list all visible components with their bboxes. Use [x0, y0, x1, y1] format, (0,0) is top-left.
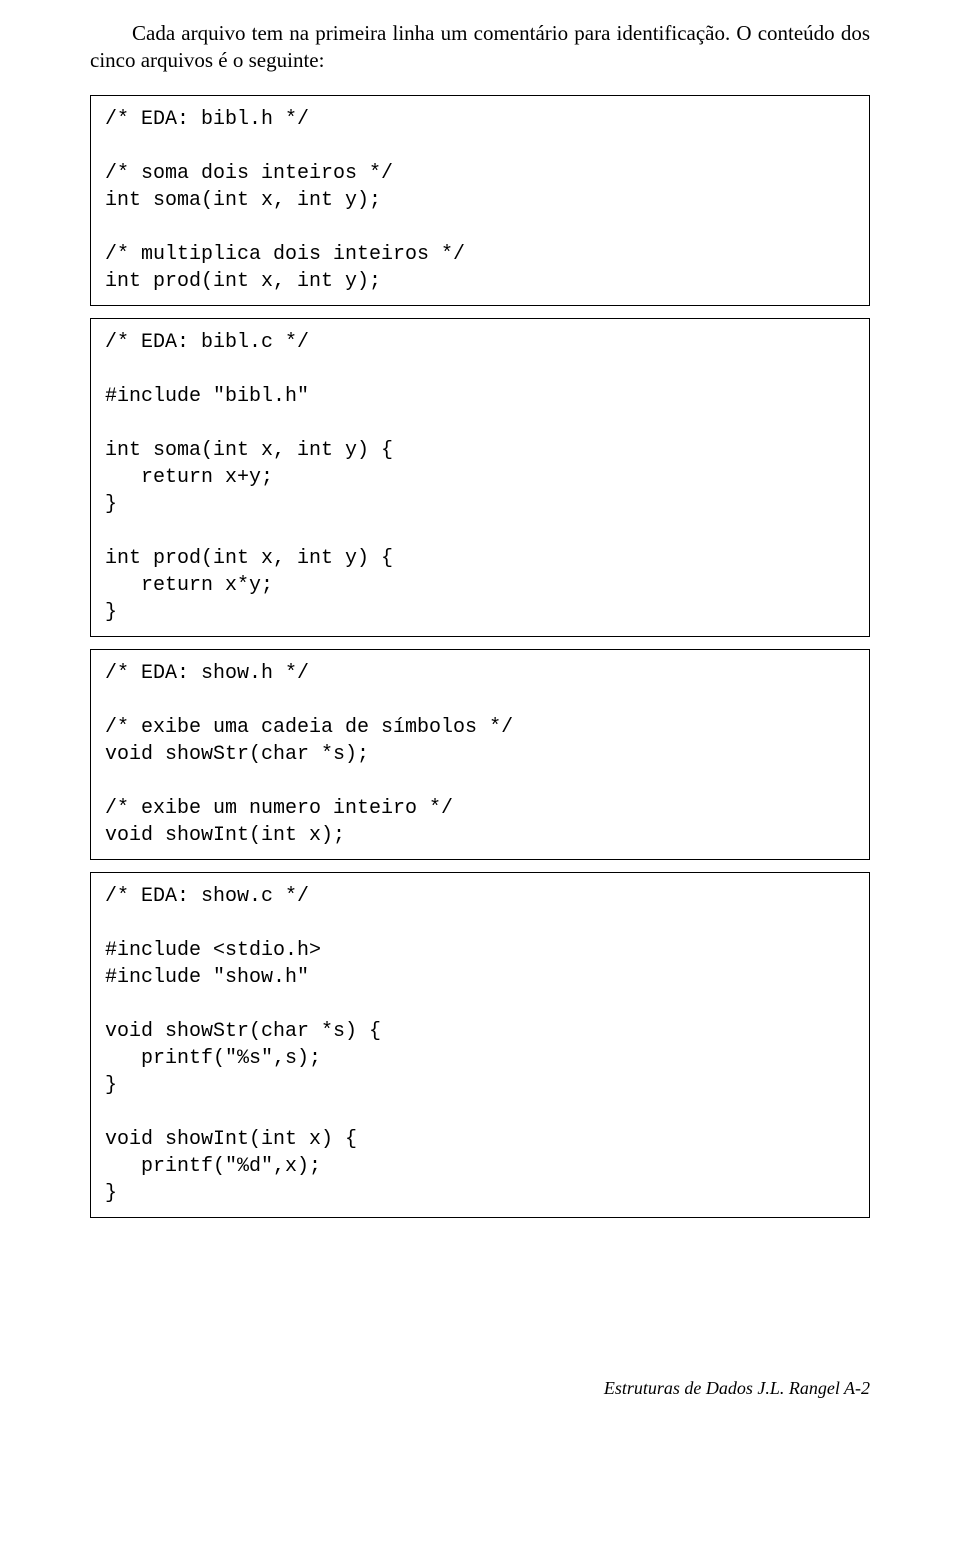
- code-block-show-c: /* EDA: show.c */ #include <stdio.h> #in…: [90, 872, 870, 1218]
- intro-paragraph: Cada arquivo tem na primeira linha um co…: [90, 20, 870, 75]
- code-content: /* EDA: bibl.h */ /* soma dois inteiros …: [105, 106, 855, 295]
- page-footer: Estruturas de Dados J.L. Rangel A-2: [90, 1378, 870, 1399]
- code-content: /* EDA: bibl.c */ #include "bibl.h" int …: [105, 329, 855, 626]
- code-content: /* EDA: show.c */ #include <stdio.h> #in…: [105, 883, 855, 1207]
- code-content: /* EDA: show.h */ /* exibe uma cadeia de…: [105, 660, 855, 849]
- code-block-bibl-c: /* EDA: bibl.c */ #include "bibl.h" int …: [90, 318, 870, 637]
- code-block-show-h: /* EDA: show.h */ /* exibe uma cadeia de…: [90, 649, 870, 860]
- code-block-bibl-h: /* EDA: bibl.h */ /* soma dois inteiros …: [90, 95, 870, 306]
